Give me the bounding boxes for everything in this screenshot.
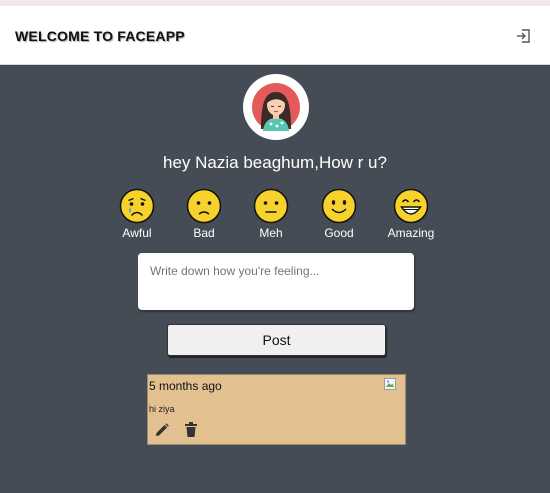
mood-label: Meh <box>259 226 283 240</box>
sad-face-icon <box>186 188 222 224</box>
neutral-face-icon <box>253 188 289 224</box>
feeling-input-box <box>138 253 414 310</box>
mood-awful[interactable]: Awful <box>102 188 172 240</box>
feeling-input[interactable] <box>138 253 414 310</box>
crying-face-icon <box>119 188 155 224</box>
profile-girl-icon <box>252 83 300 131</box>
smiling-face-icon <box>321 188 357 224</box>
post-timestamp: 5 months ago <box>149 379 222 393</box>
app-title: WELCOME TO FACEAPP <box>15 28 185 44</box>
trash-icon[interactable] <box>184 422 198 437</box>
mood-label: Good <box>324 226 354 240</box>
post-button[interactable]: Post <box>167 324 386 356</box>
mood-label: Awful <box>122 226 152 240</box>
broken-image-icon <box>384 377 396 390</box>
mood-meh[interactable]: Meh <box>236 188 306 240</box>
post-text: hi ziya <box>149 404 175 414</box>
mood-label: Bad <box>193 226 215 240</box>
post-card: 5 months ago hi ziya <box>147 374 406 445</box>
app-header: WELCOME TO FACEAPP <box>0 6 550 65</box>
mood-good[interactable]: Good <box>304 188 374 240</box>
avatar <box>243 74 309 140</box>
pencil-icon[interactable] <box>155 423 169 437</box>
logout-icon[interactable] <box>514 27 532 45</box>
mood-amazing[interactable]: Amazing <box>376 188 446 240</box>
grinning-face-icon <box>393 188 429 224</box>
mood-label: Amazing <box>387 226 435 240</box>
mood-bad[interactable]: Bad <box>169 188 239 240</box>
greeting-text: hey Nazia beaghum,How r u? <box>163 153 387 172</box>
